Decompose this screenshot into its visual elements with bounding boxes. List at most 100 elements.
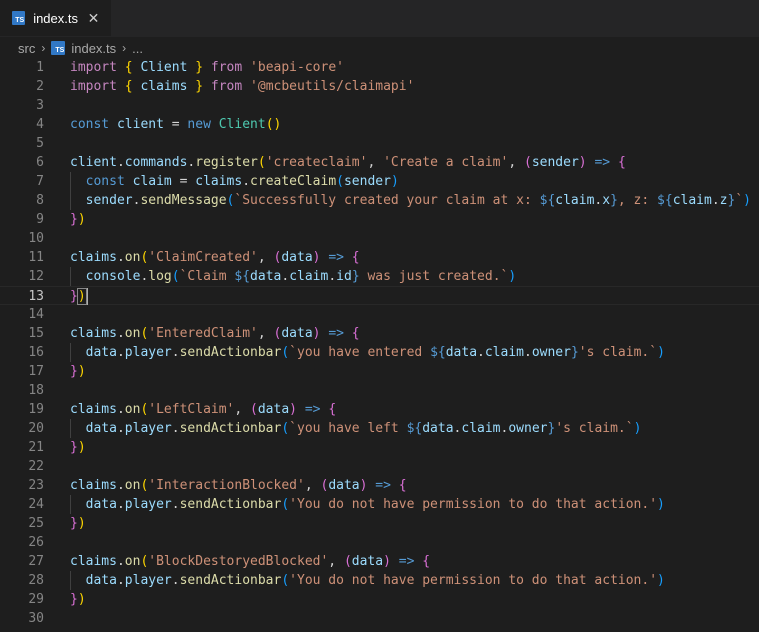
line-number: 16: [28, 345, 44, 360]
line-number: 22: [28, 459, 44, 474]
line-number: 4: [36, 117, 44, 132]
code-line[interactable]: 13}): [0, 286, 759, 305]
code-token: on: [124, 554, 141, 569]
code-text: data.player.sendActionbar(`you have ente…: [44, 343, 665, 362]
code-token: ,: [257, 326, 274, 341]
code-token: .: [116, 421, 125, 436]
line-number: 5: [36, 136, 44, 151]
code-token: 'LeftClaim': [148, 402, 235, 417]
code-text: claims.on('LeftClaim', (data) => {: [44, 400, 336, 419]
code-line[interactable]: 14: [0, 305, 759, 324]
indent-guide: [70, 267, 71, 286]
breadcrumb-symbols[interactable]: ...: [132, 41, 143, 56]
breadcrumb-folder-src[interactable]: src: [18, 41, 35, 56]
code-token: player: [124, 497, 172, 512]
code-line[interactable]: 23 claims.on('InteractionBlocked', (data)…: [0, 476, 759, 495]
code-token: 'beapi-core': [250, 60, 344, 75]
code-token: on: [124, 402, 141, 417]
code-token: data: [85, 573, 117, 588]
code-token: data: [257, 402, 290, 417]
code-token: Client: [218, 117, 266, 132]
line-number: 6: [36, 155, 44, 170]
code-line[interactable]: 3: [0, 96, 759, 115]
code-line[interactable]: 11 claims.on('ClaimCreated', (data) => {: [0, 248, 759, 267]
code-token: (: [343, 554, 352, 569]
code-token: sendActionbar: [179, 497, 282, 512]
close-icon[interactable]: ✕: [86, 10, 101, 27]
code-text: }): [44, 210, 86, 229]
code-line[interactable]: 30: [0, 609, 759, 628]
code-line[interactable]: 26: [0, 533, 759, 552]
code-token: on: [124, 326, 141, 341]
code-token: ): [77, 364, 86, 379]
code-text: }): [44, 287, 88, 305]
code-token: `you have left: [289, 421, 407, 436]
code-token: sender: [531, 155, 579, 170]
code-token: `Successfully created your claim at x:: [234, 193, 540, 208]
code-token: .: [116, 155, 125, 170]
code-line[interactable]: 6 client.commands.register('createclaim',…: [0, 153, 759, 172]
code-token: {: [422, 554, 431, 569]
code-token: .: [171, 421, 180, 436]
code-token: , z:: [617, 193, 658, 208]
code-line[interactable]: 10: [0, 229, 759, 248]
chevron-right-icon: ›: [122, 41, 127, 55]
code-line[interactable]: 1 import { Client } from 'beapi-core': [0, 58, 759, 77]
code-line[interactable]: 20 data.player.sendActionbar(`you have l…: [0, 419, 759, 438]
code-token: player: [124, 345, 172, 360]
code-token: =>: [375, 478, 391, 493]
code-token: .: [477, 345, 485, 360]
code-token: .: [171, 345, 180, 360]
indent-guide: [70, 343, 71, 362]
code-token: }: [195, 79, 204, 94]
code-line[interactable]: 29}): [0, 590, 759, 609]
code-token: from: [210, 79, 243, 94]
code-token: {: [124, 79, 133, 94]
text-cursor: [85, 288, 88, 305]
code-line[interactable]: 2 import { claims } from '@mcbeutils/clai…: [0, 77, 759, 96]
code-token: }: [610, 193, 618, 208]
code-line[interactable]: 27 claims.on('BlockDestoryedBlocked', (da…: [0, 552, 759, 571]
code-token: 'Create a claim': [383, 155, 509, 170]
code-line[interactable]: 24 data.player.sendActionbar('You do not…: [0, 495, 759, 514]
code-line[interactable]: 17}): [0, 362, 759, 381]
code-token: `Claim: [179, 269, 235, 284]
code-line[interactable]: 4 const client = new Client(): [0, 115, 759, 134]
code-token: {: [351, 250, 360, 265]
code-line[interactable]: 28 data.player.sendActionbar('You do not…: [0, 571, 759, 590]
code-token: on: [124, 250, 141, 265]
code-token: ): [578, 155, 587, 170]
code-line[interactable]: 19 claims.on('LeftClaim', (data) => {: [0, 400, 759, 419]
code-line[interactable]: 21}): [0, 438, 759, 457]
code-token: data: [328, 478, 360, 493]
code-line[interactable]: 12 console.log(`Claim ${data.claim.id} w…: [0, 267, 759, 286]
code-token: sender: [85, 193, 133, 208]
code-line[interactable]: 9}): [0, 210, 759, 229]
code-line[interactable]: 15 claims.on('EnteredClaim', (data) => {: [0, 324, 759, 343]
tab-index-ts[interactable]: TS index.ts ✕: [0, 0, 112, 36]
code-line[interactable]: 5: [0, 134, 759, 153]
code-line[interactable]: 22: [0, 457, 759, 476]
code-token: const: [70, 117, 110, 132]
breadcrumb-file[interactable]: index.ts: [71, 41, 116, 56]
code-line[interactable]: 8 sender.sendMessage(`Successfully creat…: [0, 191, 759, 210]
code-token: claim: [484, 345, 524, 360]
code-token: ${: [406, 421, 423, 436]
code-line[interactable]: 18: [0, 381, 759, 400]
code-line[interactable]: 7 const claim = claims.createClaim(sende…: [0, 172, 759, 191]
code-line[interactable]: 16 data.player.sendActionbar(`you have e…: [0, 343, 759, 362]
code-token: claim: [132, 174, 172, 189]
code-line[interactable]: 25}): [0, 514, 759, 533]
code-editor[interactable]: 1 import { Client } from 'beapi-core' 2 imp…: [0, 58, 759, 632]
code-text: }): [44, 438, 86, 457]
line-number: 18: [28, 383, 44, 398]
line-number: 24: [28, 497, 44, 512]
